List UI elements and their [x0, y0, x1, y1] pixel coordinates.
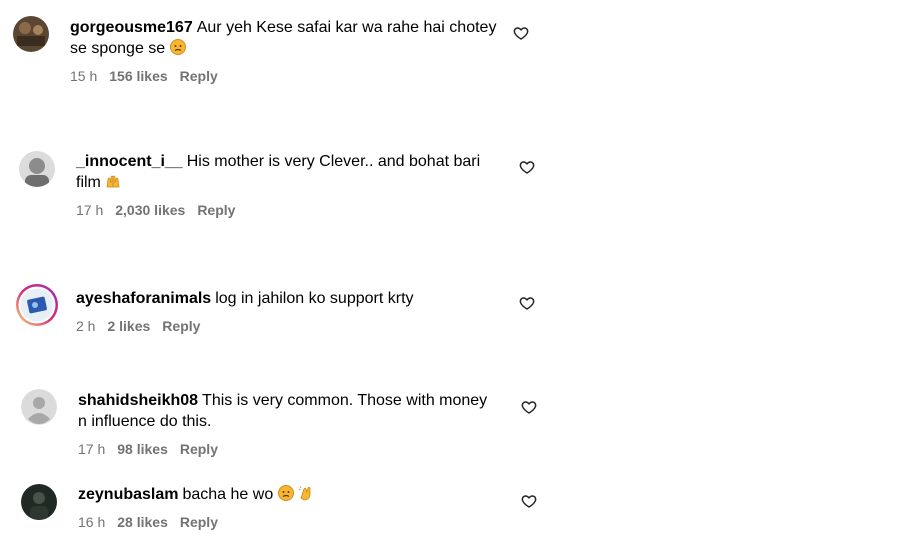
- comment-username[interactable]: zeynubaslam: [78, 486, 178, 503]
- reply-button[interactable]: Reply: [180, 68, 218, 84]
- comment-likes[interactable]: 98 likes: [117, 441, 168, 457]
- raised-hands-emoji-icon: [105, 173, 121, 195]
- reply-button[interactable]: Reply: [197, 202, 235, 218]
- default-avatar-icon[interactable]: [21, 389, 57, 425]
- avatar[interactable]: [13, 16, 49, 52]
- comment-text: gorgeousme167 Aur yeh Kese safai kar wa r…: [70, 17, 500, 61]
- comment-time: 16 h: [78, 514, 106, 530]
- sad-face-emoji-icon: [277, 485, 294, 507]
- comment-meta: 17 h 2,030 likes Reply: [76, 202, 247, 218]
- comment-likes[interactable]: 2 likes: [107, 318, 150, 334]
- comment-meta: 17 h 98 likes Reply: [78, 441, 230, 457]
- avatar[interactable]: [21, 484, 57, 520]
- comment-likes[interactable]: 28 likes: [117, 514, 168, 530]
- comment-text: ayeshaforanimals log in jahilon ko suppor…: [76, 288, 506, 309]
- comment-username[interactable]: gorgeousme167: [70, 19, 193, 36]
- comment-time: 17 h: [76, 202, 104, 218]
- clap-emoji-icon: [298, 485, 314, 507]
- reply-button[interactable]: Reply: [180, 441, 218, 457]
- comment-body: log in jahilon ko support krty: [215, 290, 414, 307]
- comment-likes[interactable]: 2,030 likes: [115, 202, 185, 218]
- heart-icon[interactable]: [513, 25, 529, 41]
- comment-username[interactable]: _innocent_i__: [76, 153, 183, 170]
- comment-meta: 16 h 28 likes Reply: [78, 514, 230, 530]
- comment-text: zeynubaslam bacha he wo: [78, 484, 508, 507]
- heart-icon[interactable]: [521, 493, 537, 509]
- avatar[interactable]: [19, 151, 55, 187]
- heart-icon[interactable]: [521, 399, 537, 415]
- comment-time: 15 h: [70, 68, 98, 84]
- avatar-story-ring[interactable]: [15, 283, 59, 327]
- comment-username[interactable]: ayeshaforanimals: [76, 290, 211, 307]
- comment-time: 17 h: [78, 441, 106, 457]
- reply-button[interactable]: Reply: [180, 514, 218, 530]
- reply-button[interactable]: Reply: [162, 318, 200, 334]
- comment-username[interactable]: shahidsheikh08: [78, 392, 198, 409]
- comment-meta: 15 h 156 likes Reply: [70, 68, 230, 84]
- comment-time: 2 h: [76, 318, 96, 334]
- comment-meta: 2 h 2 likes Reply: [76, 318, 212, 334]
- comment-likes[interactable]: 156 likes: [109, 68, 167, 84]
- sad-face-emoji-icon: [169, 39, 186, 61]
- comment-body: bacha he wo: [182, 486, 274, 503]
- heart-icon[interactable]: [519, 159, 535, 175]
- comment-text: _innocent_i__ His mother is very Clever..…: [76, 151, 506, 195]
- comment-text: shahidsheikh08 This is very common. Those…: [78, 390, 498, 432]
- heart-icon[interactable]: [519, 295, 535, 311]
